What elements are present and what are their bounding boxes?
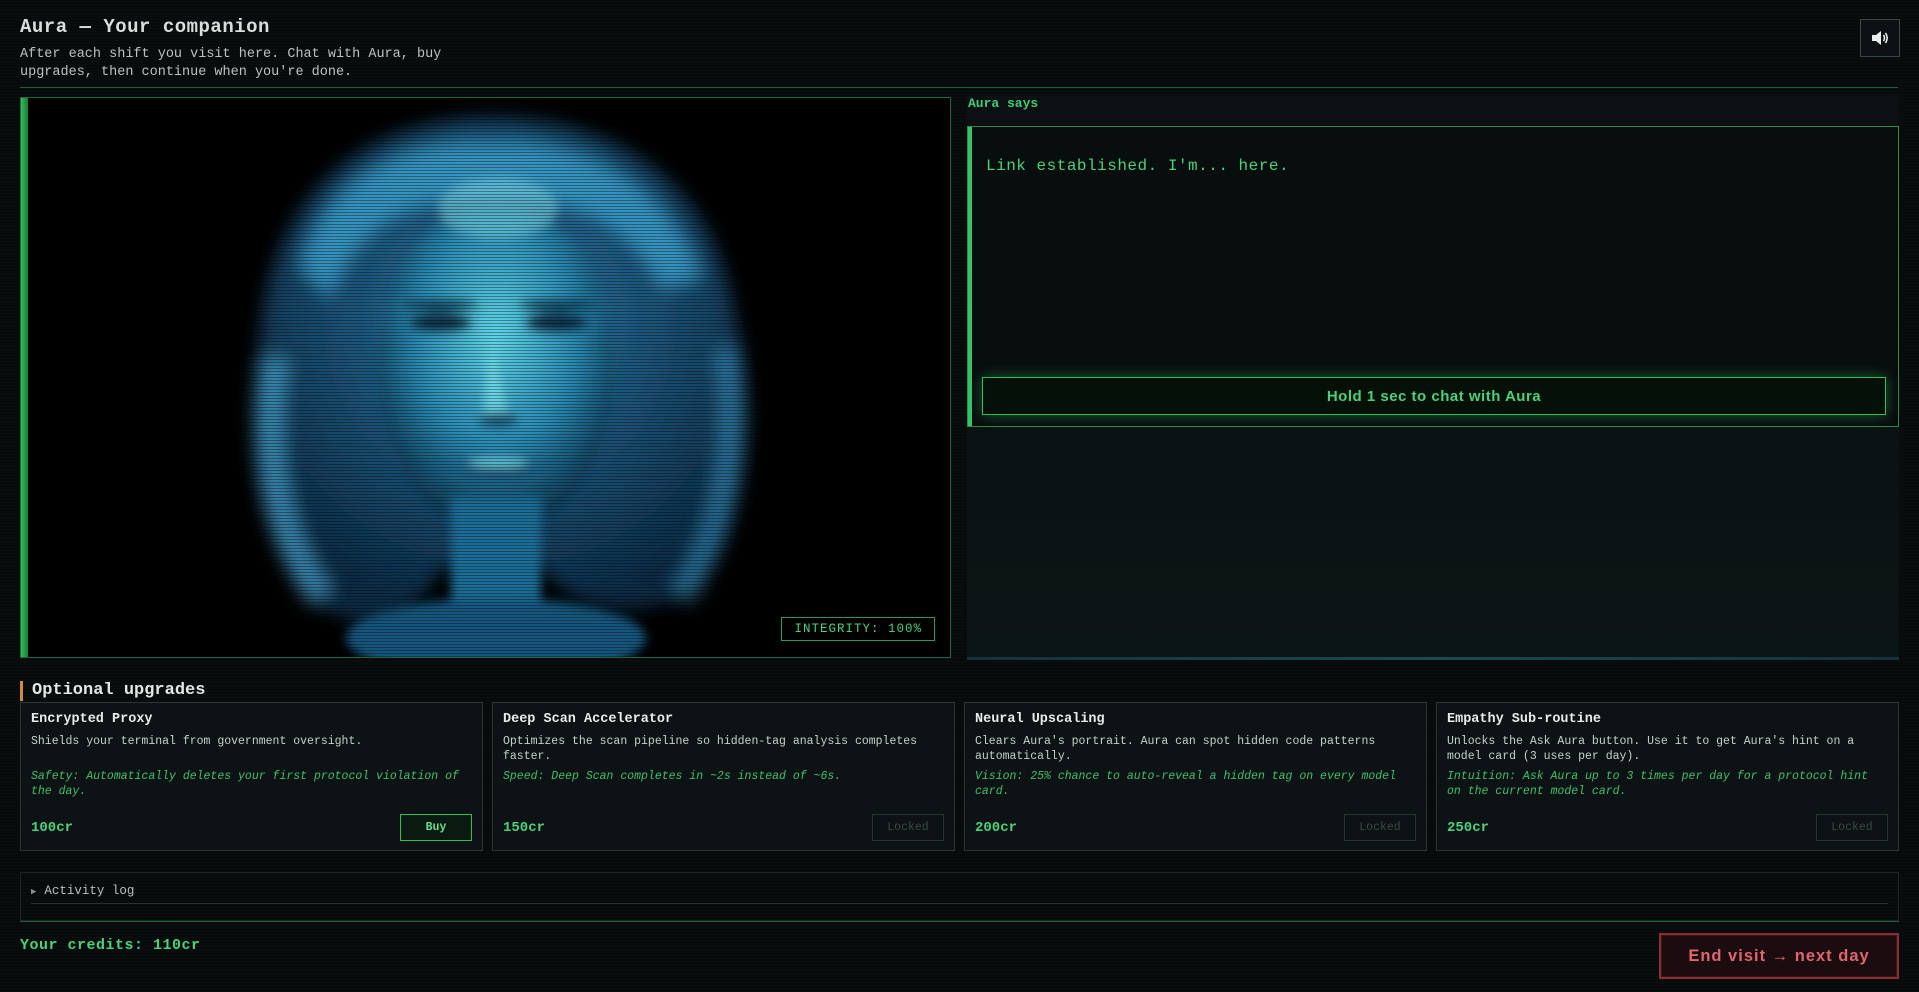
chat-panel: Aura says Link established. I'm... here.… bbox=[967, 94, 1899, 660]
upgrades-title: Optional upgrades bbox=[20, 681, 205, 701]
upgrade-cards: Encrypted Proxy Shields your terminal fr… bbox=[20, 702, 1899, 852]
header-divider bbox=[20, 87, 1898, 88]
footer-divider bbox=[20, 921, 1899, 922]
page-title: Aura — Your companion bbox=[20, 16, 270, 38]
upgrade-name: Neural Upscaling bbox=[975, 712, 1105, 727]
upgrade-effect: Intuition: Ask Aura up to 3 times per da… bbox=[1447, 770, 1868, 798]
activity-log-label: Activity log bbox=[44, 884, 135, 898]
speaker-icon bbox=[1872, 31, 1888, 45]
upgrade-name: Empathy Sub-routine bbox=[1447, 712, 1601, 727]
upgrade-description: Unlocks the Ask Aura button. Use it to g… bbox=[1447, 735, 1855, 763]
chat-panel-divider bbox=[967, 657, 1899, 660]
portrait-edge-bar bbox=[21, 98, 28, 657]
hold-to-chat-button[interactable]: Hold 1 sec to chat with Aura bbox=[982, 377, 1886, 415]
upgrade-effect: Vision: 25% chance to auto-reveal a hidd… bbox=[975, 770, 1396, 798]
buy-button[interactable]: Buy bbox=[400, 814, 472, 841]
upgrade-card-encrypted-proxy: Encrypted Proxy Shields your terminal fr… bbox=[20, 702, 483, 851]
chat-message: Link established. I'm... here. bbox=[986, 157, 1290, 175]
upgrade-effect: Speed: Deep Scan completes in ~2s instea… bbox=[503, 770, 842, 783]
upgrade-price: 150cr bbox=[503, 820, 546, 836]
sound-toggle-button[interactable] bbox=[1860, 19, 1900, 57]
locked-button[interactable]: Locked bbox=[872, 814, 944, 841]
credits-display: Your credits: 110cr bbox=[20, 937, 201, 954]
page-subtitle: After each shift you visit here. Chat wi… bbox=[20, 47, 442, 80]
disclosure-triangle-icon: ▶ bbox=[31, 887, 37, 897]
integrity-badge: INTEGRITY: 100% bbox=[781, 617, 935, 641]
locked-button[interactable]: Locked bbox=[1344, 814, 1416, 841]
activity-log-toggle[interactable]: ▶ Activity log bbox=[31, 884, 134, 898]
locked-button[interactable]: Locked bbox=[1816, 814, 1888, 841]
upgrade-card-deep-scan-accelerator: Deep Scan Accelerator Optimizes the scan… bbox=[492, 702, 955, 851]
upgrade-name: Deep Scan Accelerator bbox=[503, 712, 674, 727]
upgrade-price: 100cr bbox=[31, 820, 74, 836]
upgrade-price: 200cr bbox=[975, 820, 1018, 836]
activity-log[interactable]: ▶ Activity log bbox=[20, 872, 1899, 921]
chat-edge-bar bbox=[968, 127, 972, 426]
scanline-overlay bbox=[21, 98, 950, 657]
upgrade-name: Encrypted Proxy bbox=[31, 712, 153, 727]
upgrade-description: Optimizes the scan pipeline so hidden-ta… bbox=[503, 735, 918, 763]
header: Aura — Your companion After each shift y… bbox=[20, 16, 1900, 82]
chat-label: Aura says bbox=[968, 96, 1039, 111]
upgrade-card-empathy-sub-routine: Empathy Sub-routine Unlocks the Ask Aura… bbox=[1436, 702, 1899, 851]
upgrade-description: Shields your terminal from government ov… bbox=[31, 735, 363, 748]
activity-log-divider bbox=[31, 903, 1888, 904]
end-visit-button[interactable]: End visit → next day bbox=[1659, 933, 1899, 979]
chat-message-box: Link established. I'm... here. Hold 1 se… bbox=[967, 126, 1899, 427]
aura-portrait: INTEGRITY: 100% bbox=[20, 97, 951, 658]
upgrade-description: Clears Aura's portrait. Aura can spot hi… bbox=[975, 735, 1376, 763]
upgrade-price: 250cr bbox=[1447, 820, 1490, 836]
upgrade-card-neural-upscaling: Neural Upscaling Clears Aura's portrait.… bbox=[964, 702, 1427, 851]
upgrade-effect: Safety: Automatically deletes your first… bbox=[31, 770, 459, 798]
